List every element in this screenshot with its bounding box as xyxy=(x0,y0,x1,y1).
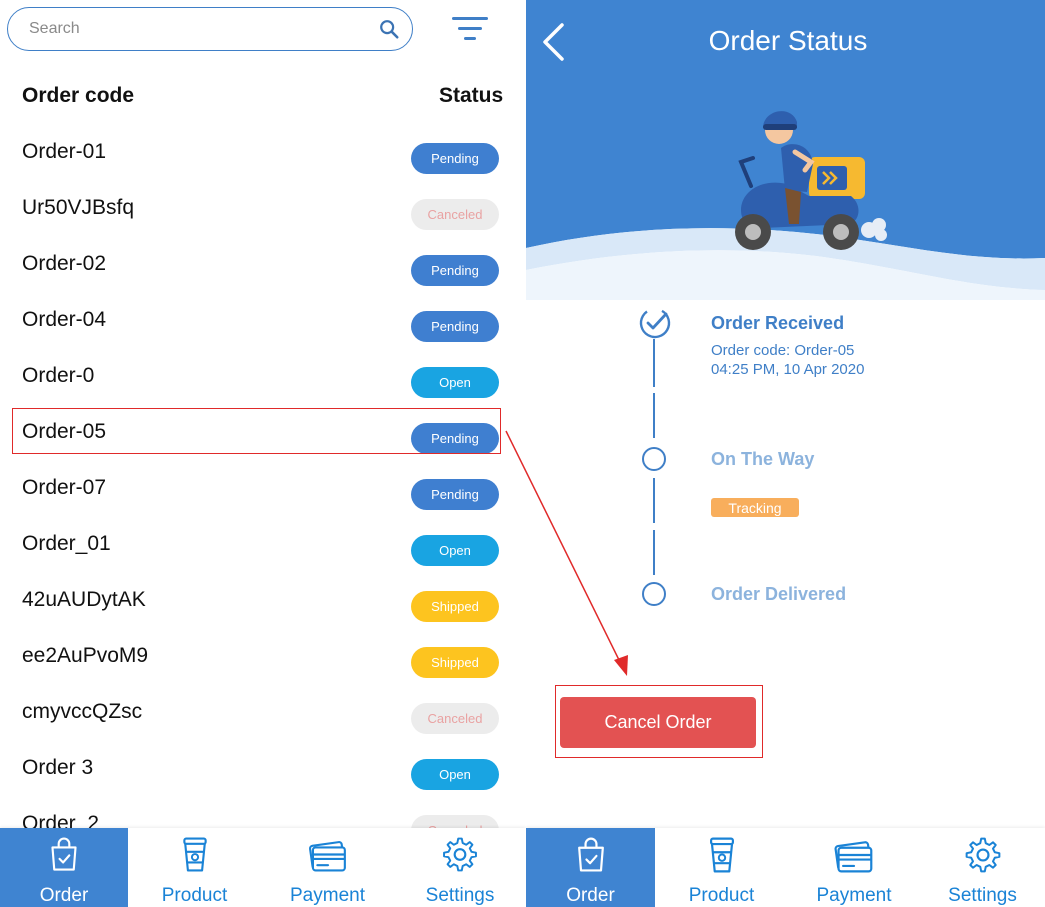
search-icon[interactable] xyxy=(378,18,400,40)
order-code: cmyvccQZsc xyxy=(22,700,143,723)
check-circle-icon xyxy=(639,307,671,339)
order-row[interactable]: Order-07 Pending xyxy=(0,473,526,529)
search-bar[interactable] xyxy=(7,7,413,51)
nav-item-payment[interactable]: Payment xyxy=(261,828,394,907)
step-order-code: Order code: Order-05 xyxy=(711,342,855,359)
step-circle-on-the-way xyxy=(642,447,666,471)
nav-item-settings[interactable]: Settings xyxy=(920,828,1045,907)
status-badge: Shipped xyxy=(411,591,499,622)
nav-label-product: Product xyxy=(161,885,228,906)
status-badge: Pending xyxy=(411,311,499,342)
status-badge: Open xyxy=(411,759,499,790)
shopping-bag-icon xyxy=(51,837,77,871)
credit-card-icon xyxy=(308,841,346,872)
step-title-received: Order Received xyxy=(711,313,845,333)
nav-item-settings[interactable]: Settings xyxy=(394,828,526,907)
nav-item-order[interactable]: Order xyxy=(0,828,128,907)
order-row[interactable]: 42uAUDytAK Shipped xyxy=(0,585,526,641)
filter-icon[interactable] xyxy=(452,16,488,42)
order-code: Order-02 xyxy=(22,252,107,275)
order-row[interactable]: Order-01 Pending xyxy=(0,137,526,193)
order-code: 42uAUDytAK xyxy=(22,588,146,611)
order-row[interactable]: Order-02 Pending xyxy=(0,249,526,305)
step-title-delivered: Order Delivered xyxy=(711,584,847,604)
status-badge: Open xyxy=(411,367,499,398)
order-row[interactable]: Order_01 Open xyxy=(0,529,526,585)
column-header-status: Status xyxy=(439,84,504,107)
nav-item-product[interactable]: Product xyxy=(128,828,261,907)
gear-icon xyxy=(965,837,1000,873)
credit-card-icon xyxy=(834,841,873,873)
status-badge: Canceled xyxy=(411,703,499,734)
timeline-connector xyxy=(653,530,655,575)
shopping-bag-icon xyxy=(577,837,604,872)
nav-label-payment: Payment xyxy=(290,885,365,906)
status-badge: Pending xyxy=(411,143,499,174)
order-code: ee2AuPvoM9 xyxy=(22,644,149,667)
status-badge: Open xyxy=(411,535,499,566)
status-badge: Pending xyxy=(411,255,499,286)
tracking-badge[interactable]: Tracking xyxy=(711,498,799,517)
status-badge: Canceled xyxy=(411,199,499,230)
order-row[interactable]: Ur50VJBsfq Canceled xyxy=(0,193,526,249)
screenshot-stage: Order code Status Order-01 Pending Ur50VJB… xyxy=(0,0,1045,907)
order-row[interactable]: Order-04 Pending xyxy=(0,305,526,361)
gear-icon xyxy=(443,837,477,872)
order-code: Order-0 xyxy=(22,364,95,387)
order-code: Ur50VJBsfq xyxy=(22,196,135,219)
coffee-cup-icon xyxy=(709,837,734,873)
nav-label-payment: Payment xyxy=(816,885,892,906)
step-timestamp: 04:25 PM, 10 Apr 2020 xyxy=(711,361,865,378)
order-code: Order-01 xyxy=(22,140,107,163)
bottom-nav: Order Product Payment Settings xyxy=(526,828,1045,907)
timeline-connector xyxy=(653,478,655,523)
selected-row-highlight xyxy=(12,408,501,454)
coffee-cup-icon xyxy=(182,837,207,872)
order-row[interactable]: cmyvccQZsc Canceled xyxy=(0,697,526,753)
nav-item-order[interactable]: Order xyxy=(526,828,655,907)
search-input[interactable] xyxy=(29,20,359,38)
order-row[interactable]: ee2AuPvoM9 Shipped xyxy=(0,641,526,697)
nav-label-settings: Settings xyxy=(948,885,1017,906)
step-title-on-the-way: On The Way xyxy=(711,449,815,469)
nav-label-order: Order xyxy=(39,885,89,906)
page-title: Order Status xyxy=(708,25,868,56)
step-circle-delivered xyxy=(642,582,666,606)
order-code: Order-04 xyxy=(22,308,107,331)
nav-label-settings: Settings xyxy=(425,885,495,906)
nav-item-product[interactable]: Product xyxy=(655,828,788,907)
order-code: Order-07 xyxy=(22,476,107,499)
nav-label-product: Product xyxy=(688,885,755,906)
timeline-connector xyxy=(653,393,655,438)
timeline-connector xyxy=(653,339,655,387)
order-code: Order 3 xyxy=(22,756,94,779)
order-status-screen: Order Status Order Received Order code: … xyxy=(526,0,1045,907)
status-badge: Pending xyxy=(411,479,499,510)
delivery-scooter-illustration xyxy=(735,111,887,250)
nav-label-order: Order xyxy=(566,885,615,906)
bottom-nav: Order Product Payment Settings xyxy=(0,828,526,907)
status-badge: Shipped xyxy=(411,647,499,678)
order-list-screen: Order code Status Order-01 Pending Ur50VJB… xyxy=(0,0,526,907)
order-code: Order_01 xyxy=(22,532,111,555)
nav-item-payment[interactable]: Payment xyxy=(788,828,920,907)
cancel-order-button[interactable]: Cancel Order xyxy=(560,697,756,748)
order-row[interactable]: Order 3 Open xyxy=(0,753,526,809)
column-header-order-code: Order code xyxy=(22,84,135,107)
